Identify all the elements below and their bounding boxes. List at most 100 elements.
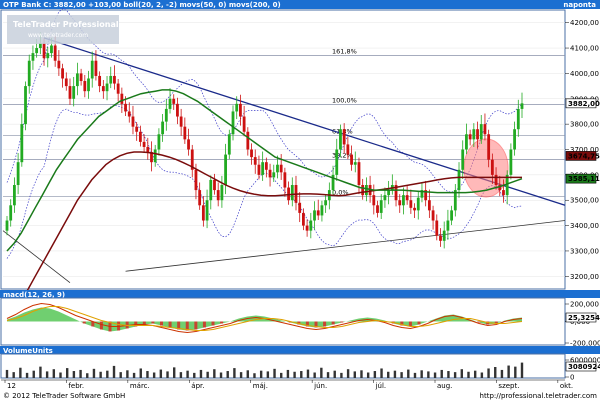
candle-body: [435, 220, 439, 236]
volume-title-bar: [0, 346, 600, 354]
fib-label: 38,2%: [332, 152, 353, 160]
volume-bar: [380, 368, 383, 378]
candle-body: [142, 141, 146, 147]
candle-body: [509, 149, 513, 175]
volume-bar: [507, 365, 510, 378]
candle-body: [205, 200, 209, 221]
candle-body: [372, 195, 376, 206]
candle-body: [483, 124, 487, 135]
candle-body: [324, 200, 328, 206]
volume-bar: [400, 372, 403, 378]
macd-histogram-bar: [202, 321, 206, 328]
volume-bar: [5, 369, 9, 378]
volume-bar: [340, 372, 343, 378]
x-tick-label: okt.: [560, 382, 573, 390]
candle-body: [502, 190, 505, 196]
candle-body: [157, 134, 161, 150]
candle-body: [183, 126, 187, 140]
candle-body: [413, 207, 416, 211]
x-tick-label: jún.: [313, 382, 327, 390]
volume-bar: [119, 372, 122, 378]
candle-body: [427, 200, 431, 211]
volume-bar: [500, 369, 504, 378]
candle-body: [494, 174, 498, 186]
candle-body: [231, 111, 235, 135]
volume-bar: [467, 371, 470, 378]
price-tick-label: 3500,00: [570, 197, 599, 205]
volume-bar: [106, 370, 109, 378]
volume-bar: [453, 372, 457, 378]
macd-histogram-bar: [211, 321, 215, 326]
volume-bar: [487, 368, 490, 378]
macd-value-label: 25,3254: [568, 314, 600, 322]
volume-bar: [112, 365, 116, 378]
x-tick-label: szept.: [498, 382, 519, 390]
volume-bar: [132, 372, 136, 378]
volume-bar: [320, 367, 323, 378]
candle-body: [461, 149, 465, 170]
macd-title-bar: [0, 290, 600, 298]
volume-bar: [407, 369, 410, 378]
volume-panel: [0, 353, 566, 379]
macd-histogram-bar: [417, 321, 421, 325]
volume-bar: [427, 371, 430, 378]
candle-body: [53, 45, 57, 61]
candle-body: [198, 190, 202, 206]
candle-body: [376, 205, 379, 213]
volume-bar: [92, 368, 96, 378]
candle-body: [465, 134, 468, 150]
volume-bar: [206, 371, 209, 378]
volume-bar: [52, 369, 56, 378]
fib-label: 161,8%: [332, 48, 357, 56]
value-label-text: 3674,75: [568, 152, 600, 160]
candle-body: [31, 53, 35, 61]
macd-histogram-bar: [99, 321, 103, 330]
candle-body: [75, 73, 79, 87]
volume-bar: [306, 369, 310, 378]
footer-url: http://professional.teletrader.com: [480, 392, 598, 400]
macd-histogram-bar: [194, 321, 198, 330]
candle-body: [79, 73, 83, 82]
candle-body: [272, 172, 276, 178]
volume-tick-label: 0: [570, 374, 574, 382]
macd-histogram-bar: [168, 321, 172, 328]
date-axis: 12 febr. márc. ápr. máj. jún. júl. aug. szept. ok…: [1, 379, 573, 390]
candle-body: [20, 124, 24, 163]
candle-body: [457, 169, 461, 191]
macd-histogram-bar: [82, 321, 86, 324]
volume-bar: [520, 362, 524, 378]
candle-body: [9, 205, 13, 221]
candle-body: [357, 162, 361, 186]
candle-body: [68, 86, 72, 99]
macd-histogram-bar: [477, 321, 481, 323]
volume-bar: [440, 369, 443, 378]
volume-bar: [45, 371, 49, 378]
volume-bar: [273, 368, 276, 378]
price-tick-label: 3800,00: [570, 121, 599, 129]
candle-body: [431, 210, 435, 221]
candle-body: [201, 205, 205, 221]
volume-bar: [139, 368, 142, 378]
candle-body: [187, 139, 190, 150]
volume-axis: 600000003080924: [565, 357, 600, 382]
volume-bar: [387, 371, 390, 378]
candle-body: [409, 200, 413, 208]
watermark-title: TeleTrader Professional: [13, 20, 119, 29]
macd-histogram-bar: [151, 321, 155, 324]
volume-bar: [59, 372, 62, 378]
candle-body: [476, 129, 479, 140]
volume-bar: [360, 370, 363, 378]
candle-body: [124, 103, 127, 112]
volume-bar: [346, 369, 350, 378]
volume-bar: [514, 366, 517, 378]
candle-body: [213, 179, 216, 191]
candle-body: [72, 86, 76, 99]
candle-body: [346, 144, 350, 155]
volume-bar: [460, 369, 464, 378]
volume-bar: [313, 372, 316, 378]
x-tick-label: aug.: [437, 382, 452, 390]
candle-body: [439, 235, 442, 241]
candle-body: [379, 200, 383, 213]
candle-body: [268, 169, 272, 178]
candle-body: [138, 131, 142, 142]
